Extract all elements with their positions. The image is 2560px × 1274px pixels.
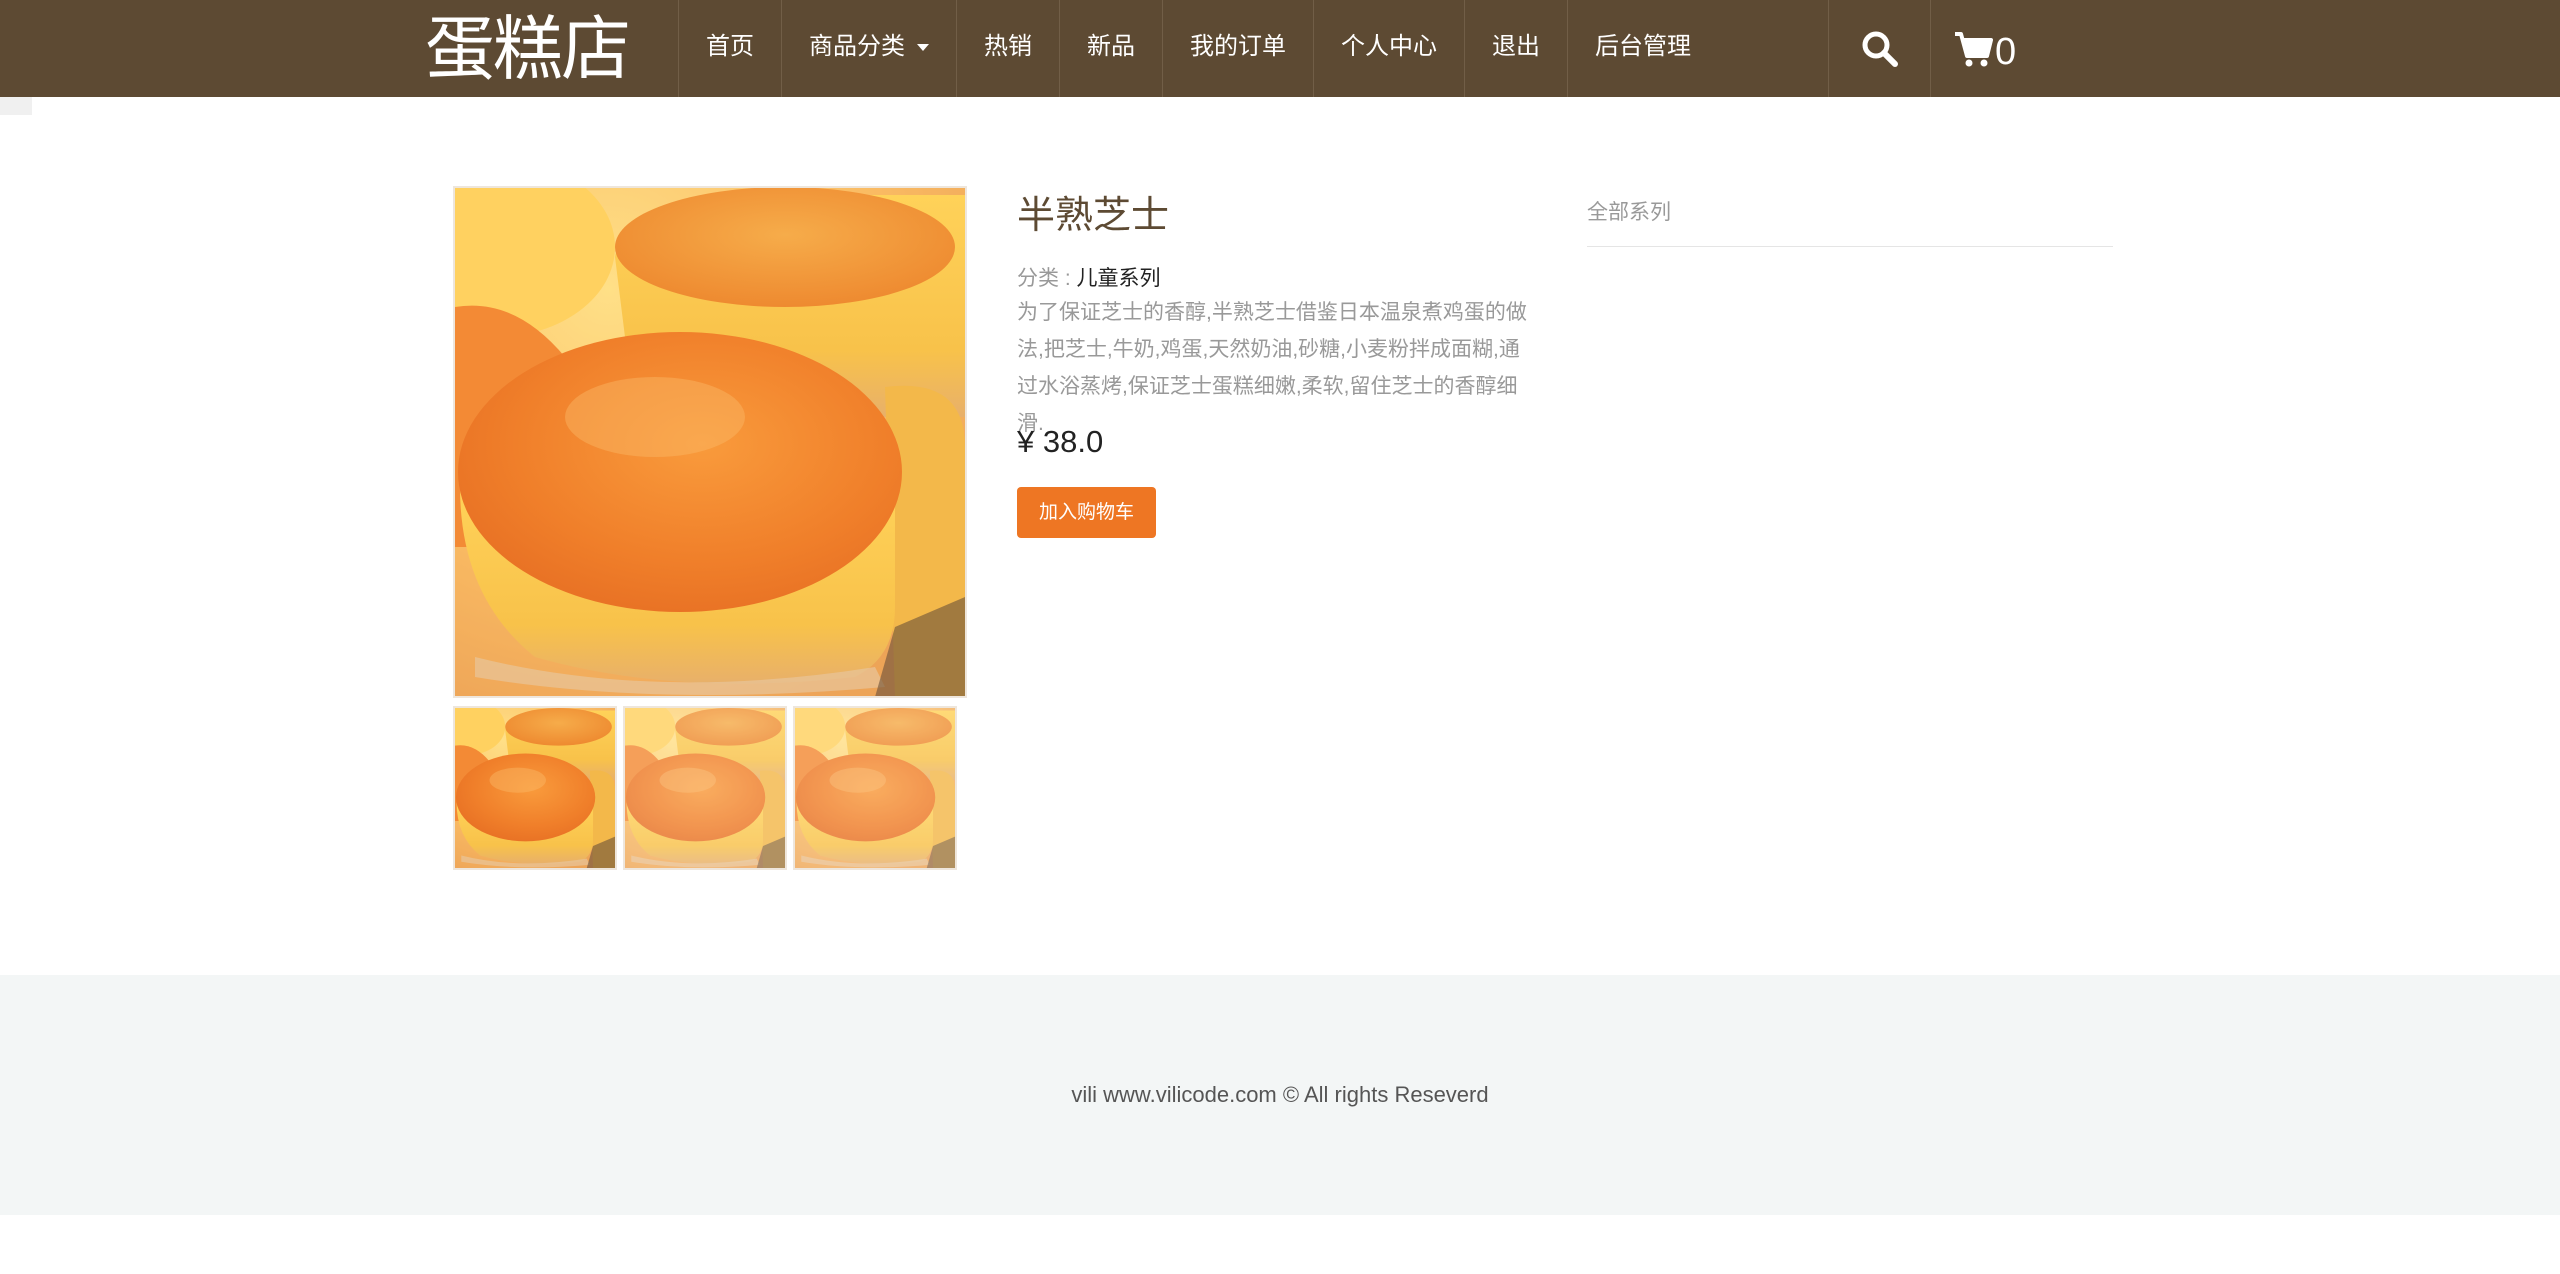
top-navbar: 蛋糕店 首页 商品分类 热销 新品 我的订单 个人中心 退出 后台管理 0 [0, 0, 2560, 97]
footer: vili www.vilicode.com © All rights Resev… [0, 975, 2560, 1215]
nav-categories-label: 商品分类 [809, 33, 905, 60]
main-nav: 首页 商品分类 热销 新品 我的订单 个人中心 退出 后台管理 [678, 0, 1718, 97]
cart-icon [1955, 31, 1993, 66]
nav-logout-label: 退出 [1492, 33, 1540, 60]
nav-new[interactable]: 新品 [1059, 0, 1162, 97]
nav-home[interactable]: 首页 [678, 0, 781, 97]
product-title: 半熟芝士 [1017, 193, 1170, 237]
thumbnail-1[interactable] [453, 706, 617, 870]
search-button[interactable] [1828, 0, 1930, 97]
category-label: 分类 : [1017, 267, 1077, 290]
cheesecake-thumbnail-image [455, 708, 615, 868]
nav-admin-label: 后台管理 [1595, 33, 1691, 60]
copyright-text: vili www.vilicode.com © All rights Resev… [1071, 1082, 1489, 1107]
nav-hot[interactable]: 热销 [956, 0, 1059, 97]
product-description: 为了保证芝士的香醇,半熟芝士借鉴日本温泉煮鸡蛋的做法,把芝士,牛奶,鸡蛋,天然奶… [1017, 301, 1527, 435]
nav-my-orders[interactable]: 我的订单 [1162, 0, 1313, 97]
cart-count: 0 [1995, 31, 2017, 73]
cheesecake-image [455, 188, 965, 696]
nav-user-center-label: 个人中心 [1341, 33, 1437, 60]
nav-admin[interactable]: 后台管理 [1567, 0, 1718, 97]
nav-user-center[interactable]: 个人中心 [1313, 0, 1464, 97]
cheesecake-thumbnail-image [625, 708, 785, 868]
search-icon [1862, 31, 1898, 67]
nav-logout[interactable]: 退出 [1464, 0, 1567, 97]
cheesecake-thumbnail-image [795, 708, 955, 868]
cart-button[interactable]: 0 [1930, 0, 2036, 97]
category-link[interactable]: 儿童系列 [1077, 267, 1161, 290]
product-main-image [453, 186, 967, 698]
nav-my-orders-label: 我的订单 [1190, 33, 1286, 60]
thumbnail-2[interactable] [623, 706, 787, 870]
thumbnail-3[interactable] [793, 706, 957, 870]
caret-down-icon [917, 44, 929, 52]
nav-new-label: 新品 [1087, 33, 1135, 60]
nav-home-label: 首页 [706, 33, 754, 60]
add-to-cart-button[interactable]: 加入购物车 [1017, 487, 1156, 538]
nav-hot-label: 热销 [984, 33, 1032, 60]
category-sidebar: 全部系列 [1587, 196, 2113, 247]
product-thumbnails [453, 706, 957, 870]
sidebar-all-series[interactable]: 全部系列 [1587, 196, 2113, 247]
side-tab[interactable] [0, 97, 32, 115]
site-logo[interactable]: 蛋糕店 [425, 4, 631, 94]
header-tools: 0 [1828, 0, 2036, 97]
product-category: 分类 : 儿童系列 [1017, 262, 1161, 292]
nav-categories-dropdown[interactable]: 商品分类 [781, 0, 956, 97]
product-price: ¥ 38.0 [1017, 424, 1104, 459]
